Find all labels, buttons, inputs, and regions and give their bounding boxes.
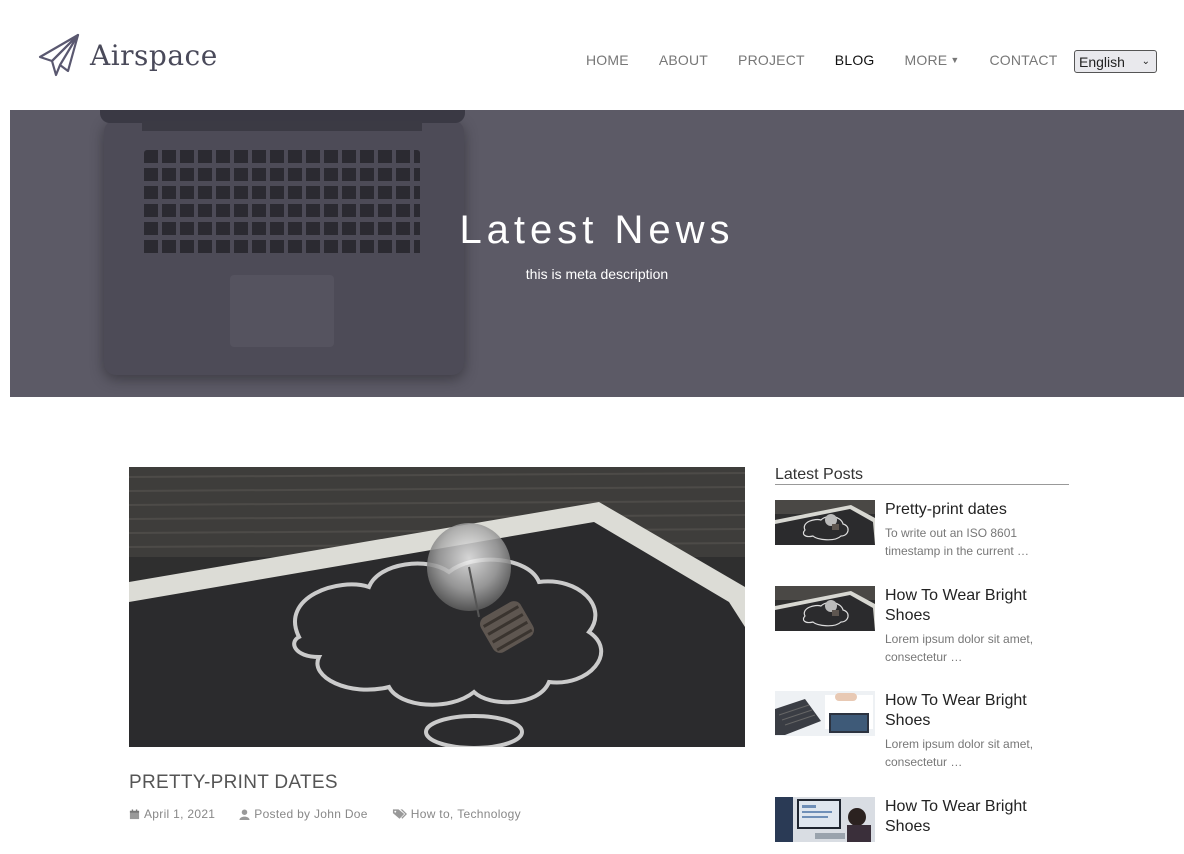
latest-post-item[interactable]: How To Wear Bright Shoes [775, 797, 1075, 854]
nav-item-project[interactable]: PROJECT [738, 52, 805, 68]
nav-item-more[interactable]: MORE ▼ [905, 52, 960, 68]
chevron-down-icon: ▼ [950, 55, 960, 65]
latest-post-item[interactable]: Pretty-print dates To write out an ISO 8… [775, 500, 1075, 590]
brand-logo[interactable]: Airspace [38, 33, 218, 77]
tag-link-technology[interactable]: Technology [457, 807, 521, 821]
excerpt-line: consectetur … [885, 650, 963, 664]
lightbulb-chalkboard-image [129, 467, 745, 747]
page-title: Latest News [459, 208, 735, 252]
post-author: Posted by John Doe [239, 807, 367, 821]
language-select-value: English [1079, 53, 1125, 70]
hero-banner: Latest News this is meta description [10, 110, 1184, 397]
post-thumbnail [775, 797, 875, 842]
nav-item-contact[interactable]: CONTACT [989, 52, 1057, 68]
latest-post-item[interactable]: How To Wear Bright Shoes Lorem ipsum dol… [775, 691, 1075, 781]
nav-item-blog[interactable]: BLOG [835, 52, 875, 68]
post-featured-image[interactable] [129, 467, 745, 747]
excerpt-line: Lorem ipsum dolor sit amet, [885, 632, 1034, 646]
post-thumbnail [775, 500, 875, 545]
tag-link-how-to[interactable]: How to [411, 807, 450, 821]
divider [775, 484, 1069, 485]
user-icon [239, 808, 250, 820]
latest-post-excerpt: Lorem ipsum dolor sit amet, consectetur … [885, 735, 1055, 771]
latest-post-item[interactable]: How To Wear Bright Shoes Lorem ipsum dol… [775, 586, 1075, 676]
latest-posts-heading: Latest Posts [775, 466, 864, 483]
language-select[interactable]: English ⌄ [1074, 50, 1157, 73]
tags-icon [392, 809, 407, 819]
main-nav: HOME ABOUT PROJECT BLOG MORE ▼ CONTACT [586, 50, 1087, 70]
paper-plane-icon [38, 33, 80, 77]
latest-post-excerpt: To write out an ISO 8601 timestamp in th… [885, 524, 1055, 560]
excerpt-line: To write out an ISO 8601 [885, 526, 1018, 540]
post-date-text: April 1, 2021 [144, 807, 216, 821]
post-author-text: Posted by John Doe [254, 807, 368, 821]
meta-description: this is meta description [525, 266, 669, 282]
nav-item-more-label: MORE [904, 52, 948, 68]
nav-item-about[interactable]: ABOUT [659, 52, 708, 68]
tag-separator: , [449, 807, 458, 821]
brand-name: Airspace [90, 38, 218, 72]
latest-post-title[interactable]: How To Wear Bright Shoes [885, 691, 1055, 731]
latest-post-title[interactable]: How To Wear Bright Shoes [885, 586, 1055, 626]
post-thumbnail [775, 691, 875, 736]
post-tags: How to, Technology [392, 807, 521, 821]
post-date: April 1, 2021 [129, 807, 215, 821]
calendar-icon [129, 808, 140, 819]
post-title[interactable]: PRETTY-PRINT DATES [129, 772, 338, 794]
nav-item-home[interactable]: HOME [586, 52, 629, 68]
latest-post-excerpt: Lorem ipsum dolor sit amet, consectetur … [885, 630, 1055, 666]
chevron-down-icon: ⌄ [1141, 56, 1150, 67]
latest-post-title[interactable]: Pretty-print dates [885, 500, 1055, 520]
excerpt-line: consectetur … [885, 755, 963, 769]
site-header: Airspace HOME ABOUT PROJECT BLOG MORE ▼ … [0, 0, 1184, 110]
excerpt-line: Lorem ipsum dolor sit amet, [885, 737, 1034, 751]
post-meta: April 1, 2021 Posted by John Doe How to,… [129, 807, 545, 821]
post-thumbnail [775, 586, 875, 631]
excerpt-line: timestamp in the current … [885, 544, 1030, 558]
latest-post-title[interactable]: How To Wear Bright Shoes [885, 797, 1055, 837]
